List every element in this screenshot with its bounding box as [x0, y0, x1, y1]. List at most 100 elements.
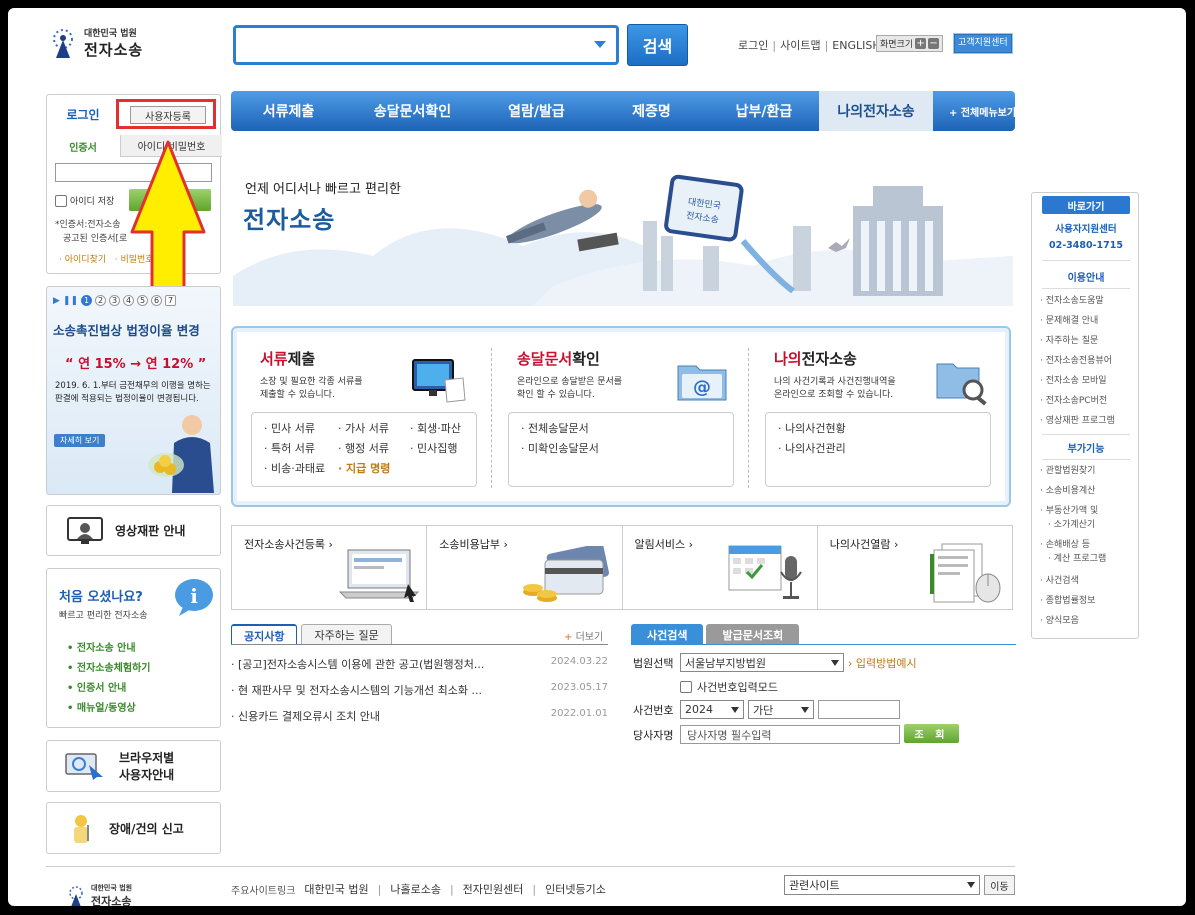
support-center-button[interactable]: 고객지원센터 — [953, 33, 1013, 54]
video-trial-link[interactable]: 영상재판 안내 — [46, 505, 221, 556]
english-link[interactable]: ENGLISH — [832, 39, 880, 52]
quick-link-item[interactable]: 전자소송PC버전 — [1040, 395, 1136, 407]
direct-input-option[interactable]: 사건번호입력모드 — [680, 679, 778, 695]
service-link[interactable]: · 지급 명령 — [338, 459, 390, 479]
tab-certificate[interactable]: 인증서 — [47, 135, 119, 157]
promo-page-4[interactable]: 4 — [123, 295, 135, 306]
related-sites-select[interactable]: 관련사이트 — [784, 875, 980, 895]
promo-detail-button[interactable]: 자세히 보기 — [54, 434, 106, 447]
font-plus-button[interactable]: + — [915, 38, 927, 49]
footer-link[interactable]: 대한민국 법원 — [304, 881, 368, 897]
quick-link-item[interactable]: 관할법원찾기 — [1040, 465, 1136, 477]
service-link[interactable]: · 비송·과태료 — [264, 459, 325, 479]
quick-fee-payment[interactable]: 소송비용납부 › — [427, 526, 623, 609]
nav-item-payment[interactable]: 납부/환급 — [709, 91, 819, 131]
quick-link-item[interactable]: 양식모음 — [1040, 615, 1136, 627]
quick-link-item[interactable]: 전자소송도움말 — [1040, 295, 1136, 307]
promo-page-5[interactable]: 5 — [137, 295, 149, 306]
quick-link-item-cont[interactable]: 소가계산기 — [1040, 519, 1136, 531]
year-value: 2024 — [685, 703, 713, 716]
nav-item-document-submit[interactable]: 서류제출 — [231, 91, 346, 131]
sitemap-link[interactable]: 사이트맵 — [780, 37, 820, 53]
service-link[interactable]: · 특허 서류 — [264, 439, 325, 459]
font-minus-button[interactable]: − — [928, 38, 940, 49]
quick-my-case-view[interactable]: 나의사건열람 › — [818, 526, 1012, 609]
quick-link-item[interactable]: 자주하는 질문 — [1040, 335, 1136, 347]
year-select[interactable]: 2024 — [680, 700, 744, 719]
login-tab[interactable]: 로그인 — [47, 95, 119, 133]
quick-link-item[interactable]: 손해배상 등 — [1040, 539, 1136, 551]
search-input[interactable] — [233, 25, 619, 65]
quick-case-register[interactable]: 전자소송사건등록 › — [232, 526, 428, 609]
welcome-item[interactable]: 전자소송체험하기 — [67, 659, 151, 679]
quick-link-item[interactable]: 사건검색 — [1040, 575, 1136, 587]
quick-link-item[interactable]: 소송비용계산 — [1040, 485, 1136, 497]
notice-row[interactable]: · 현 재판사무 및 전자소송시스템의 기능개선 최소화 ... 2023.05… — [231, 682, 608, 698]
promo-page-2[interactable]: 2 — [95, 295, 107, 306]
more-link[interactable]: + 더보기 — [564, 628, 603, 643]
dropdown-caret-icon[interactable] — [594, 41, 606, 48]
promo-banner[interactable]: ▶ ❚❚ 1 2 3 4 5 6 7 소송촉진법상 법정이율 변경 “ 연 15… — [46, 286, 221, 495]
service-title[interactable]: 송달문서확인 — [517, 348, 600, 369]
nav-item-service-check[interactable]: 송달문서확인 — [346, 91, 479, 131]
case-search-button[interactable]: 조 회 — [904, 724, 959, 743]
service-link[interactable]: · 회생·파산 — [410, 419, 461, 439]
court-select[interactable]: 서울남부지방법원 — [680, 653, 844, 672]
service-link[interactable]: · 민사집행 — [410, 439, 461, 459]
nav-item-certificate[interactable]: 제증명 — [594, 91, 709, 131]
service-title[interactable]: 나의전자소송 — [774, 348, 857, 369]
quick-link-item[interactable]: 종합법률정보 — [1040, 595, 1136, 607]
search-button[interactable]: 검색 — [627, 24, 688, 66]
service-link[interactable]: · 전체송달문서 — [521, 419, 599, 439]
quick-link-item[interactable]: 전자소송 모바일 — [1040, 375, 1136, 387]
quick-link-item[interactable]: 부동산가액 및 — [1040, 505, 1136, 517]
quick-alert-service[interactable]: 알림서비스 › — [623, 526, 818, 609]
promo-page-3[interactable]: 3 — [109, 295, 121, 306]
tab-notices[interactable]: 공지사항 — [231, 624, 298, 645]
welcome-item[interactable]: 매뉴얼/동영상 — [67, 699, 150, 719]
tab-issued-docs[interactable]: 발급문서조회 — [706, 624, 800, 645]
promo-page-6[interactable]: 6 — [151, 295, 163, 306]
service-link[interactable]: · 가사 서류 — [338, 419, 390, 439]
footer-link[interactable]: 전자민원센터 — [463, 881, 524, 897]
quick-link-item-cont[interactable]: 계산 프로그램 — [1040, 553, 1136, 565]
nav-item-my-ecourt[interactable]: 나의전자소송 — [819, 91, 933, 131]
nav-item-view-issue[interactable]: 열람/발급 — [479, 91, 594, 131]
id-save-option[interactable]: 아이디 저장 — [55, 194, 114, 207]
find-id-link[interactable]: · 아이디찾기 — [59, 255, 106, 265]
case-type-select[interactable]: 가단 — [748, 700, 814, 719]
service-link[interactable]: · 나의사건관리 — [778, 439, 846, 459]
tab-faq[interactable]: 자주하는 질문 — [301, 624, 392, 645]
welcome-item[interactable]: 인증서 안내 — [67, 679, 150, 699]
party-name-input[interactable]: 당사자명 필수입력 — [680, 725, 900, 744]
service-link[interactable]: · 나의사건현황 — [778, 419, 846, 439]
promo-page-1[interactable]: 1 — [81, 295, 93, 306]
quick-link-item[interactable]: 영상재판 프로그램 — [1040, 415, 1136, 427]
quick-service-strip: 전자소송사건등록 › 소송비용납부 › 알림서비스 › 나의사건열람 › — [231, 525, 1013, 610]
notice-row[interactable]: · [공고]전자소송시스템 이용에 관한 공고(법원행정처... 2024.03… — [231, 656, 608, 672]
promo-page-7[interactable]: 7 — [165, 295, 177, 306]
quick-link-item[interactable]: 문제해결 안내 — [1040, 315, 1136, 327]
related-go-button[interactable]: 이동 — [984, 875, 1015, 895]
input-guide-link[interactable]: › 입력방법예시 — [848, 655, 917, 671]
id-save-checkbox[interactable] — [55, 194, 67, 207]
footer-link[interactable]: 나홀로소송 — [390, 881, 441, 897]
footer-link[interactable]: 인터넷등기소 — [545, 881, 606, 897]
welcome-item[interactable]: 전자소송 안내 — [67, 639, 150, 659]
tab-case-search[interactable]: 사건검색 — [631, 624, 704, 645]
browser-guide-link[interactable]: 브라우저별 사용자안내 — [46, 740, 221, 792]
quick-link-item[interactable]: 전자소송전용뷰어 — [1040, 355, 1136, 367]
case-number-input[interactable] — [818, 700, 900, 719]
service-link[interactable]: · 민사 서류 — [264, 419, 325, 439]
all-menu-link[interactable]: + 전체메뉴보기 — [949, 104, 1016, 119]
service-link[interactable]: · 행정 서류 — [338, 439, 390, 459]
report-link[interactable]: 장애/건의 신고 — [46, 802, 221, 854]
direct-input-checkbox[interactable] — [680, 681, 692, 693]
play-icon[interactable]: ▶ — [53, 296, 60, 306]
service-title[interactable]: 서류제출 — [260, 348, 315, 369]
service-link[interactable]: · 미확인송달문서 — [521, 439, 599, 459]
pause-icon[interactable]: ❚❚ — [63, 296, 78, 306]
login-link[interactable]: 로그인 — [738, 37, 768, 53]
notice-row[interactable]: · 신용카드 결제오류시 조치 안내 2022.01.01 — [231, 708, 608, 724]
site-logo[interactable]: 대한민국 법원 전자소송 — [46, 26, 143, 60]
